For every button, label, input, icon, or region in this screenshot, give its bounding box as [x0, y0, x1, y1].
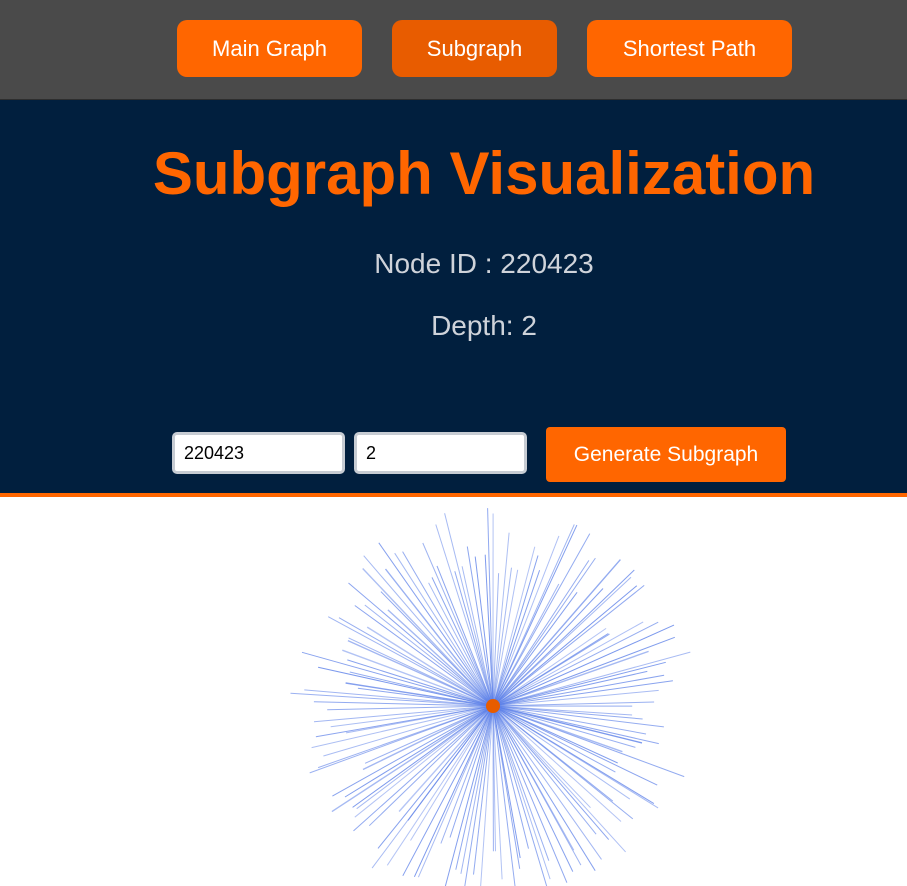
graph-edge: [492, 533, 591, 707]
shortest-path-button[interactable]: Shortest Path: [587, 20, 792, 77]
graph-edge: [348, 582, 494, 707]
graph-edges: [290, 508, 691, 886]
subgraph-svg[interactable]: [0, 497, 907, 886]
depth-input[interactable]: [354, 432, 527, 474]
graph-edge: [435, 524, 494, 707]
node-id-input[interactable]: [172, 432, 345, 474]
page-title: Subgraph Visualization: [152, 140, 816, 207]
generate-subgraph-button[interactable]: Generate Subgraph: [546, 427, 786, 482]
graph-edge: [378, 542, 494, 707]
graph-edge: [363, 555, 494, 707]
graph-edge: [317, 705, 494, 769]
subgraph-button[interactable]: Subgraph: [392, 20, 557, 77]
main-graph-button[interactable]: Main Graph: [177, 20, 362, 77]
graph-canvas[interactable]: [0, 497, 907, 886]
depth-label: Depth: 2: [431, 310, 537, 341]
node-id-label: Node ID : 220423: [374, 248, 594, 279]
center-node[interactable]: [486, 699, 500, 713]
graph-edge: [402, 551, 494, 707]
top-nav: Main Graph Subgraph Shortest Path: [0, 0, 907, 100]
header-panel: Subgraph Visualization Node ID : 220423 …: [0, 100, 907, 497]
graph-edge: [492, 705, 516, 886]
